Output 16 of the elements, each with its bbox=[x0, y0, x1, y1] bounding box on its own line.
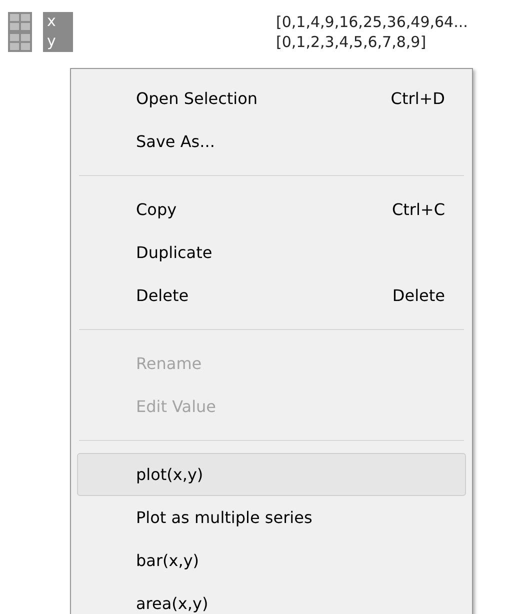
menu-item[interactable]: Duplicate bbox=[77, 231, 466, 274]
menu-item[interactable]: Save As... bbox=[77, 120, 466, 163]
menu-item[interactable]: bar(x,y) bbox=[77, 539, 466, 582]
menu-item[interactable]: Delete Delete bbox=[77, 274, 466, 317]
menu-item[interactable]: area(x,y) bbox=[77, 582, 466, 614]
menu-item[interactable]: Plot as multiple series bbox=[77, 496, 466, 539]
variable-value: [0,1,2,3,4,5,6,7,8,9] bbox=[276, 33, 426, 51]
table-icon bbox=[8, 12, 32, 32]
menu-item[interactable]: Open Selection Ctrl+D bbox=[77, 77, 466, 120]
menu-item[interactable]: plot(x,y) bbox=[77, 453, 466, 496]
shortcut-label: Ctrl+D bbox=[390, 88, 445, 110]
table-icon bbox=[8, 32, 32, 52]
shortcut-label: Delete bbox=[392, 284, 445, 306]
shortcut-label: Ctrl+C bbox=[392, 198, 445, 220]
menu-item[interactable]: Copy Ctrl+C bbox=[77, 188, 466, 231]
variable-value: [0,1,4,9,16,25,36,49,64... bbox=[276, 13, 468, 31]
